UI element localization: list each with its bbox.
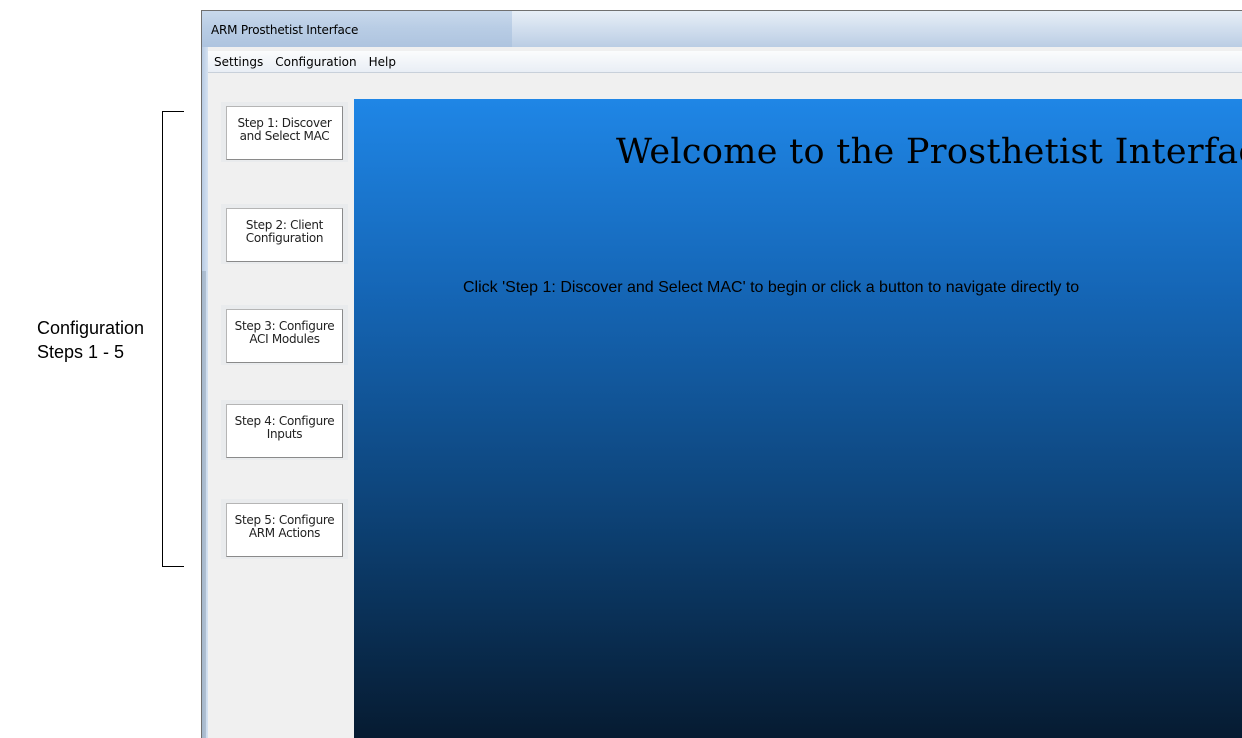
step-4-inputs-button[interactable]: Step 4: Configure Inputs xyxy=(226,404,343,458)
title-bar[interactable]: ARM Prosthetist Interface xyxy=(202,11,1242,47)
step-5-panel: Step 5: Configure ARM Actions xyxy=(221,499,348,559)
annotation-bracket-bottom xyxy=(162,566,184,567)
welcome-heading: Welcome to the Prosthetist Interfac xyxy=(616,132,1242,172)
step-1-discover-button[interactable]: Step 1: Discover and Select MAC xyxy=(226,106,343,160)
step-2-client-config-button[interactable]: Step 2: Client Configuration xyxy=(226,208,343,262)
menu-bar: Settings Configuration Help xyxy=(208,51,1242,73)
window-title: ARM Prosthetist Interface xyxy=(211,23,359,37)
title-bar-glass xyxy=(512,11,1242,47)
instruction-text: Click 'Step 1: Discover and Select MAC' … xyxy=(463,279,1080,296)
step-2-panel: Step 2: Client Configuration xyxy=(221,204,348,264)
step-5-arm-actions-button[interactable]: Step 5: Configure ARM Actions xyxy=(226,503,343,557)
step-3-aci-modules-button[interactable]: Step 3: Configure ACI Modules xyxy=(226,309,343,363)
configuration-steps-annotation: Configuration Steps 1 - 5 xyxy=(37,316,167,364)
annotation-bracket xyxy=(162,111,163,567)
menu-settings[interactable]: Settings xyxy=(208,52,269,72)
annotation-line-1: Configuration xyxy=(37,318,145,338)
menu-help[interactable]: Help xyxy=(363,52,402,72)
annotation-line-2: Steps 1 - 5 xyxy=(37,342,125,362)
step-1-panel: Step 1: Discover and Select MAC xyxy=(221,102,348,162)
app-window: ARM Prosthetist Interface Settings Confi… xyxy=(201,10,1242,738)
window-frame-shadow xyxy=(202,271,206,738)
annotation-bracket-top xyxy=(162,111,184,112)
welcome-content-panel: Welcome to the Prosthetist Interfac Clic… xyxy=(354,99,1242,738)
menu-configuration[interactable]: Configuration xyxy=(269,52,362,72)
step-3-panel: Step 3: Configure ACI Modules xyxy=(221,305,348,365)
step-4-panel: Step 4: Configure Inputs xyxy=(221,400,348,460)
